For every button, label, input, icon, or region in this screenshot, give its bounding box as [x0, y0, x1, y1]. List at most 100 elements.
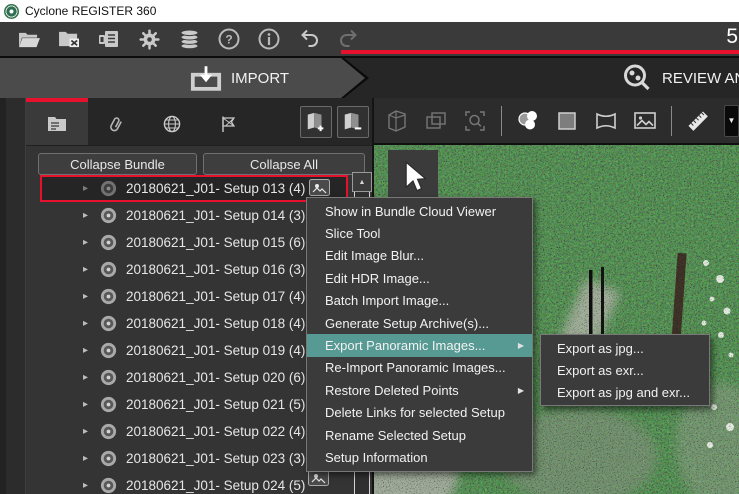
- select-tool-button[interactable]: [388, 150, 438, 204]
- tab-review-and-optimize[interactable]: REVIEW AND: [608, 58, 739, 98]
- expander-icon[interactable]: ▸: [83, 319, 91, 329]
- context-menu-item[interactable]: Show in Bundle Cloud Viewer ▶: [307, 200, 532, 222]
- setup-target-icon: [100, 369, 117, 386]
- submenu-item-label: Export as jpg and exr...: [557, 385, 690, 400]
- viewer-toolbar: ▼: [374, 98, 739, 145]
- collapse-all-button[interactable]: Collapse All: [203, 153, 365, 175]
- context-menu-item[interactable]: Slice Tool ▶: [307, 222, 532, 244]
- context-menu-item[interactable]: Export Panoramic Images... ▶: [307, 334, 532, 356]
- menu-item-label: Setup Information: [325, 450, 428, 465]
- left-rail: [0, 98, 26, 494]
- context-menu-item[interactable]: Edit Image Blur... ▶: [307, 245, 532, 267]
- about-info-icon[interactable]: [257, 27, 281, 51]
- bundle-tree-tab[interactable]: [26, 98, 88, 145]
- storage-database-icon[interactable]: [177, 27, 201, 51]
- context-menu-item[interactable]: Edit HDR Image... ▶: [307, 267, 532, 289]
- zoom-region-icon[interactable]: [462, 108, 488, 134]
- setup-context-menu: Show in Bundle Cloud Viewer ▶ Slice Tool…: [306, 197, 533, 472]
- setup-target-icon: [100, 423, 117, 440]
- panorama-view-icon[interactable]: [593, 108, 619, 134]
- expander-icon[interactable]: ▸: [83, 238, 91, 248]
- menu-item-label: Show in Bundle Cloud Viewer: [325, 204, 496, 219]
- setup-label: 20180621_J01- Setup 019 (4): [126, 343, 305, 358]
- expander-icon[interactable]: ▸: [83, 265, 91, 275]
- submenu-item-label: Export as exr...: [557, 363, 644, 378]
- help-icon[interactable]: ?: [217, 27, 241, 51]
- pano-view-icon[interactable]: [384, 108, 410, 134]
- context-menu-item[interactable]: Re-Import Panoramic Images... ▶: [307, 357, 532, 379]
- export-panoramic-submenu: Export as jpg... Export as exr... Export…: [540, 334, 710, 406]
- context-menu-item[interactable]: Batch Import Image... ▶: [307, 290, 532, 312]
- import-project-icon[interactable]: [97, 27, 121, 51]
- scroll-up-button[interactable]: ▲: [352, 172, 372, 192]
- expander-icon[interactable]: ▸: [83, 373, 91, 383]
- expander-icon[interactable]: ▸: [83, 292, 91, 302]
- image-view-icon[interactable]: [632, 108, 658, 134]
- setup-label: 20180621_J01- Setup 015 (6): [126, 235, 305, 250]
- geotag-globe-tab[interactable]: [144, 98, 200, 145]
- toolbar-separator: [671, 106, 672, 136]
- collapse-bundle-button[interactable]: Collapse Bundle: [38, 153, 197, 175]
- expander-icon[interactable]: ▸: [83, 346, 91, 356]
- setup-label: 20180621_J01- Setup 016 (3): [126, 262, 305, 277]
- setup-label: 20180621_J01- Setup 022 (4): [126, 424, 305, 439]
- submenu-arrow-icon: ▶: [518, 386, 524, 395]
- sitemap-buttons: [300, 98, 372, 145]
- overlap-views-icon[interactable]: [423, 108, 449, 134]
- context-menu-item[interactable]: Delete Links for selected Setup ▶: [307, 402, 532, 424]
- expander-icon[interactable]: ▸: [83, 184, 91, 194]
- context-menu-item[interactable]: Generate Setup Archive(s)... ▶: [307, 312, 532, 334]
- solid-color-icon[interactable]: [554, 108, 580, 134]
- setup-target-icon: [100, 288, 117, 305]
- submenu-item[interactable]: Export as jpg...: [541, 337, 709, 359]
- import-icon: [190, 65, 222, 92]
- submenu-arrow-icon: ▶: [518, 341, 524, 350]
- measure-dropdown[interactable]: ▼: [724, 105, 739, 137]
- settings-gear-icon[interactable]: [137, 27, 161, 51]
- submenu-item[interactable]: Export as exr...: [541, 359, 709, 381]
- collapse-controls: Collapse Bundle Collapse All: [38, 153, 372, 175]
- menu-item-label: Slice Tool: [325, 226, 380, 241]
- setup-label: 20180621_J01- Setup 021 (5): [126, 397, 305, 412]
- setup-target-icon: [100, 315, 117, 332]
- expander-icon[interactable]: ▸: [83, 400, 91, 410]
- import-tab-label: IMPORT: [231, 70, 289, 87]
- undo-icon[interactable]: [297, 27, 321, 51]
- expander-icon[interactable]: ▸: [83, 481, 91, 491]
- remove-sitemap-button[interactable]: [337, 106, 369, 138]
- redo-icon[interactable]: [337, 27, 361, 51]
- setup-label: 20180621_J01- Setup 020 (6): [126, 370, 305, 385]
- context-menu-item[interactable]: Setup Information ▶: [307, 446, 532, 468]
- menu-item-label: Edit HDR Image...: [325, 271, 430, 286]
- explorer-tabstrip: [26, 98, 372, 146]
- setup-target-icon: [100, 234, 117, 251]
- window-title: Cyclone REGISTER 360: [25, 4, 156, 18]
- setup-target-icon: [100, 477, 117, 494]
- setup-target-icon: [100, 261, 117, 278]
- setup-target-icon: [100, 342, 117, 359]
- toolbar-separator: [501, 106, 502, 136]
- open-project-icon[interactable]: [17, 27, 41, 51]
- add-sitemap-button[interactable]: [300, 106, 332, 138]
- submenu-item[interactable]: Export as jpg and exr...: [541, 381, 709, 403]
- setup-label: 20180621_J01- Setup 024 (5): [126, 478, 305, 493]
- setup-label: 20180621_J01- Setup 023 (3): [126, 451, 305, 466]
- window-titlebar: Cyclone REGISTER 360: [0, 0, 739, 22]
- setup-image-button[interactable]: [309, 179, 330, 196]
- menu-item-label: Export Panoramic Images...: [325, 338, 485, 353]
- expander-icon[interactable]: ▸: [83, 211, 91, 221]
- context-menu-item[interactable]: Rename Selected Setup ▶: [307, 424, 532, 446]
- menu-item-label: Restore Deleted Points: [325, 383, 459, 398]
- tab-import[interactable]: IMPORT: [0, 58, 365, 98]
- marks-flag-tab[interactable]: [200, 98, 256, 145]
- expander-icon[interactable]: ▸: [83, 454, 91, 464]
- color-mode-icon[interactable]: [515, 108, 541, 134]
- measure-ruler-icon[interactable]: [685, 108, 711, 134]
- menu-item-label: Batch Import Image...: [325, 293, 449, 308]
- close-project-icon[interactable]: [57, 27, 81, 51]
- setup-label: 20180621_J01- Setup 013 (4): [126, 181, 305, 196]
- context-menu-item[interactable]: Restore Deleted Points ▶: [307, 379, 532, 401]
- menu-item-label: Edit Image Blur...: [325, 248, 424, 263]
- expander-icon[interactable]: ▸: [83, 427, 91, 437]
- attachments-tab[interactable]: [88, 98, 144, 145]
